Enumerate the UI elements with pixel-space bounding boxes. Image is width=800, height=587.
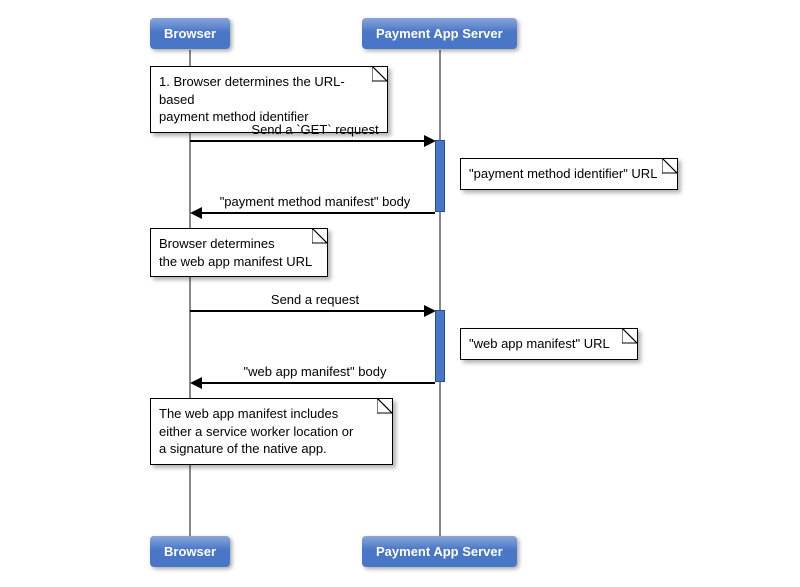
- message-send-get: Send a `GET` request: [190, 122, 440, 137]
- note-text: Browser determines the web app manifest …: [159, 236, 312, 269]
- arrow-head-icon: [190, 207, 202, 219]
- note-fold-icon: [378, 399, 392, 413]
- note-web-app-manifest-url: "web app manifest" URL: [460, 328, 638, 360]
- arrow-get-request: [190, 140, 428, 142]
- arrow-send-request: [190, 310, 428, 312]
- arrow-manifest-body: [202, 212, 435, 214]
- message-text: "web app manifest" body: [244, 364, 387, 379]
- note-text: "web app manifest" URL: [469, 336, 610, 351]
- arrow-head-icon: [190, 377, 202, 389]
- participant-browser-top: Browser: [150, 18, 230, 49]
- message-manifest-body: "payment method manifest" body: [190, 194, 440, 209]
- note-fold-icon: [313, 229, 327, 243]
- message-send-request: Send a request: [190, 292, 440, 307]
- message-text: Send a request: [271, 292, 359, 307]
- note-text: "payment method identifier" URL: [469, 166, 657, 181]
- participant-label: Payment App Server: [376, 26, 503, 41]
- note-fold-icon: [623, 329, 637, 343]
- participant-browser-bottom: Browser: [150, 536, 230, 567]
- note-browser-determines-manifest-url: Browser determines the web app manifest …: [150, 228, 328, 277]
- note-text: The web app manifest includes either a s…: [159, 406, 353, 456]
- note-fold-icon: [663, 159, 677, 173]
- participant-server-bottom: Payment App Server: [362, 536, 517, 567]
- participant-label: Browser: [164, 544, 216, 559]
- message-text: Send a `GET` request: [251, 122, 378, 137]
- message-text: "payment method manifest" body: [220, 194, 411, 209]
- participant-label: Browser: [164, 26, 216, 41]
- message-web-app-manifest-body: "web app manifest" body: [190, 364, 440, 379]
- participant-server-top: Payment App Server: [362, 18, 517, 49]
- note-web-app-manifest-includes: The web app manifest includes either a s…: [150, 398, 393, 465]
- participant-label: Payment App Server: [376, 544, 503, 559]
- note-payment-method-identifier-url: "payment method identifier" URL: [460, 158, 678, 190]
- arrow-web-app-manifest-body: [202, 382, 435, 384]
- note-text: 1. Browser determines the URL-based paym…: [159, 74, 345, 124]
- note-fold-icon: [373, 67, 387, 81]
